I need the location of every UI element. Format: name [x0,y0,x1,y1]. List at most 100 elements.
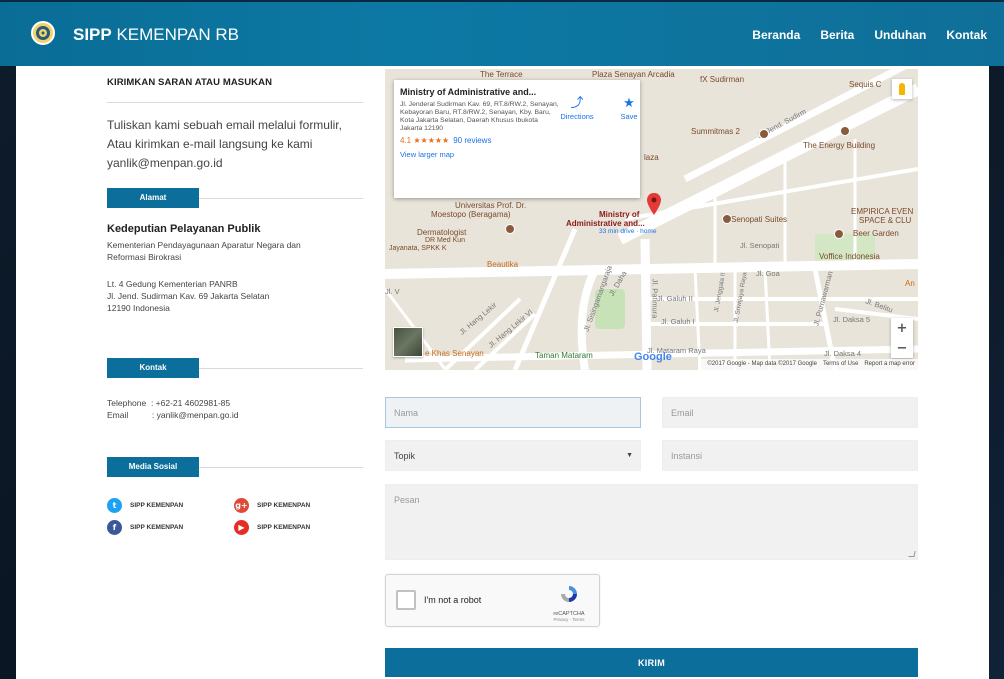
map-label-khas-senayan: e Khas Senayan [425,349,484,358]
poi-summitmas-icon[interactable] [759,129,769,139]
intro-line: Atau kirimkan e-mail langsung ke kami [107,137,313,151]
map-label-dermato-3: Jayanata, SPKK K [389,245,447,252]
social-googleplus[interactable]: g+ SIPP KEMENPAN [234,498,310,513]
org-line: Kementerian Pendayagunaan Aparatur Negar… [107,240,301,250]
rating-stars: 4.1 ★★★★★ [400,136,450,145]
nama-input[interactable]: Nama [385,397,641,428]
recaptcha-widget: I'm not a robot reCAPTCHA Privacy - Term… [385,574,600,627]
map-label-dermato-1: Dermatologist [417,228,467,237]
view-larger-map-link[interactable]: View larger map [400,150,634,159]
alamat-tag: Alamat [107,188,199,208]
kontak-tag: Kontak [107,358,199,378]
terms-link[interactable]: Terms of Use [823,361,858,367]
map-label-senopati-suites: Senopati Suites [731,215,788,224]
reviews-link[interactable]: 90 reviews [453,136,491,145]
star-icon: ★ [623,95,635,110]
feedback-heading: KIRIMKAN SARAN ATAU MASUKAN [107,77,273,88]
map-label-jl-galuh-1: Jl. Galuh I [661,317,695,326]
social-label: SIPP KEMENPAN [130,524,184,531]
map-label-summitmas: Summitmas 2 [691,127,740,136]
zoom-in-button[interactable]: + [891,318,913,338]
map-label-empirica-2: SPACE & CLU [859,216,912,225]
social-youtube[interactable]: ▶ SIPP KEMENPAN [234,520,310,535]
media-divider [199,467,363,468]
directions-button[interactable]: ⤴ Directions [555,96,599,122]
place-info-card: Ministry of Administrative and... Jl. Je… [394,80,640,198]
map-label-jl-daksa-5: Jl. Daksa 5 [833,315,871,324]
zoom-out-button[interactable]: − [891,338,913,358]
social-twitter[interactable]: t SIPP KEMENPAN [107,498,183,513]
nav-unduhan[interactable]: Unduhan [874,28,926,42]
logo-emblem-icon[interactable] [31,21,55,45]
org-title: Kedeputian Pelayanan Publik [107,223,261,235]
kontak-divider [199,368,363,369]
recaptcha-checkbox[interactable] [396,590,416,610]
poi-senopati-icon[interactable] [722,214,732,224]
instansi-input[interactable]: Instansi [662,440,918,471]
save-button[interactable]: ★ Save [607,95,651,122]
map-label-ministry-1: Ministry of [599,210,640,219]
recaptcha-label: I'm not a robot [424,595,482,605]
facebook-icon: f [107,520,122,535]
recaptcha-terms[interactable]: Privacy - Terms [547,617,591,622]
heading-divider [107,102,363,103]
googleplus-icon: g+ [234,498,249,513]
save-label: Save [620,112,638,121]
map-label-plaza-senayan: Plaza Senayan Arcadia [592,70,675,79]
nav-kontak[interactable]: Kontak [946,28,987,42]
map-label-jl-senopati: Jl. Senopati [740,241,780,250]
address-line: Lt. 4 Gedung Kementerian PANRB [107,279,238,289]
poi-univ-icon[interactable] [505,224,515,234]
resize-handle-icon[interactable] [908,551,916,557]
social-label: SIPP KEMENPAN [130,502,184,509]
map-pin-icon[interactable] [647,193,661,215]
address-line: Jl. Jend. Sudirman Kav. 69 Jakarta Selat… [107,291,270,301]
social-label: SIPP KEMENPAN [257,502,311,509]
alamat-divider [199,198,363,199]
embedded-map[interactable]: The Terrace Plaza Senayan Arcadia fX Sud… [385,69,918,370]
satellite-toggle[interactable] [393,327,423,357]
telephone-line: Telephone : +62-21 4602981-85 [107,398,231,408]
nav-berita[interactable]: Berita [820,28,854,42]
map-label-beer-garden: Beer Garden [853,229,899,238]
brand-rest: KEMENPAN RB [111,25,239,44]
chevron-down-icon: ▼ [626,452,633,459]
email-line: Email : yanlik@menpan.go.id [107,410,239,420]
youtube-icon: ▶ [234,520,249,535]
brand-title[interactable]: SIPP KEMENPAN RB [73,24,239,46]
pesan-textarea[interactable]: Pesan [385,484,918,560]
intro-text: Tuliskan kami sebuah email melalui formu… [107,116,363,173]
map-label-energy: The Energy Building [803,141,876,150]
street-view-pegman-icon[interactable] [892,79,912,99]
map-label-univ-2: Moestopo (Beragama) [431,210,511,219]
twitter-icon: t [107,498,122,513]
social-facebook[interactable]: f SIPP KEMENPAN [107,520,183,535]
map-label-voffice: Voffice Indonesia [819,252,880,261]
map-label-empirica-1: EMPIRICA EVEN [851,207,914,216]
topik-select[interactable]: Topik ▼ [385,440,641,471]
map-label-taman-mataram: Taman Mataram [535,351,593,360]
directions-label: Directions [560,112,594,121]
google-logo: Google [634,351,672,363]
map-label-jl-galuh-2: Jl. Galuh II [657,294,693,303]
map-label-ministry-2: Administrative and... [566,219,645,228]
attribution-text: ©2017 Google - Map data ©2017 Google [707,361,817,367]
poi-voffice-icon[interactable] [834,229,844,239]
report-error-link[interactable]: Report a map error [864,361,915,367]
map-label-jl-goa: Jl. Goa [756,269,780,278]
nav-beranda[interactable]: Beranda [752,28,800,42]
content-panel: KIRIMKAN SARAN ATAU MASUKAN Tuliskan kam… [16,66,989,679]
topik-value: Topik [394,451,416,461]
media-sosial-tag: Media Sosial [107,457,199,477]
map-label-sequis: Sequis C [849,80,882,89]
map-label-jl-patimura: Jl. Patimura [650,278,660,319]
place-address: Jl. Jenderal Sudirman Kav. 69, RT.8/RW.2… [400,101,559,132]
poi-energy-icon[interactable] [840,126,850,136]
map-label-jl-v: Jl. V [385,287,400,296]
address-block: Lt. 4 Gedung Kementerian PANRB Jl. Jend.… [107,278,363,314]
kirim-button[interactable]: KIRIM [385,648,918,677]
email-input[interactable]: Email [662,397,918,428]
intro-email: yanlik@menpan.go.id [107,156,223,170]
map-label-terrace: The Terrace [480,70,523,79]
main-nav: Beranda Berita Unduhan Kontak [752,28,987,42]
